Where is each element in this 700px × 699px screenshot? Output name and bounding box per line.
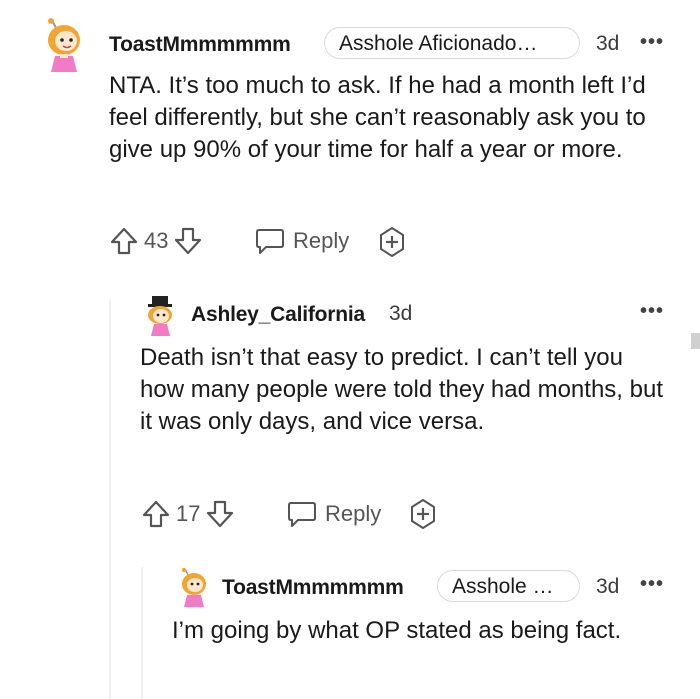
reply-icon [288, 502, 316, 527]
upvote-button[interactable] [140, 498, 172, 530]
avatar[interactable] [40, 18, 84, 74]
thread-line[interactable] [109, 300, 111, 699]
more-options-icon[interactable]: ••• [640, 573, 664, 596]
award-button[interactable] [407, 498, 439, 530]
avatar-icon [181, 568, 206, 607]
award-button[interactable] [376, 226, 408, 258]
downvote-button[interactable] [172, 225, 204, 257]
timestamp: 3d [389, 302, 413, 325]
username[interactable]: Ashley_California [191, 303, 365, 327]
comment-body: I’m going by what OP stated as being fac… [172, 617, 622, 644]
reply-label: Reply [293, 228, 350, 253]
reply-icon [256, 229, 284, 254]
user-flair: Asshole … [437, 570, 580, 602]
downvote-icon [207, 500, 234, 528]
comment-body: Death isn’t that easy to predict. I can’… [140, 344, 663, 435]
reply-button[interactable]: Reply [254, 224, 349, 258]
award-icon [380, 227, 404, 257]
upvote-button[interactable] [108, 225, 140, 257]
more-options-icon[interactable]: ••• [640, 31, 664, 54]
vote-score: 43 [144, 228, 169, 253]
timestamp: 3d [596, 32, 620, 55]
username[interactable]: ToastMmmmmmm [109, 33, 291, 57]
vote-controls: 43 [108, 224, 204, 258]
reply-button[interactable]: Reply [286, 497, 381, 531]
vote-controls: 17 [140, 497, 236, 531]
downvote-icon [175, 227, 202, 255]
comment-body: NTA. It’s too much to ask. If he had a m… [109, 72, 646, 163]
more-options-icon[interactable]: ••• [640, 300, 664, 323]
avatar-icon [48, 18, 80, 72]
upvote-icon [142, 500, 170, 528]
thread-line[interactable] [141, 567, 143, 699]
upvote-icon [110, 227, 138, 255]
avatar[interactable] [143, 295, 177, 337]
reply-label: Reply [325, 501, 382, 526]
timestamp: 3d [596, 575, 620, 598]
username[interactable]: ToastMmmmmmm [222, 576, 404, 600]
user-flair: Asshole Aficionado… [324, 27, 580, 59]
downvote-button[interactable] [204, 498, 236, 530]
avatar-icon [148, 296, 172, 336]
scroll-indicator[interactable] [691, 333, 700, 349]
vote-score: 17 [176, 501, 201, 526]
award-icon [411, 499, 435, 529]
avatar[interactable] [176, 568, 210, 608]
